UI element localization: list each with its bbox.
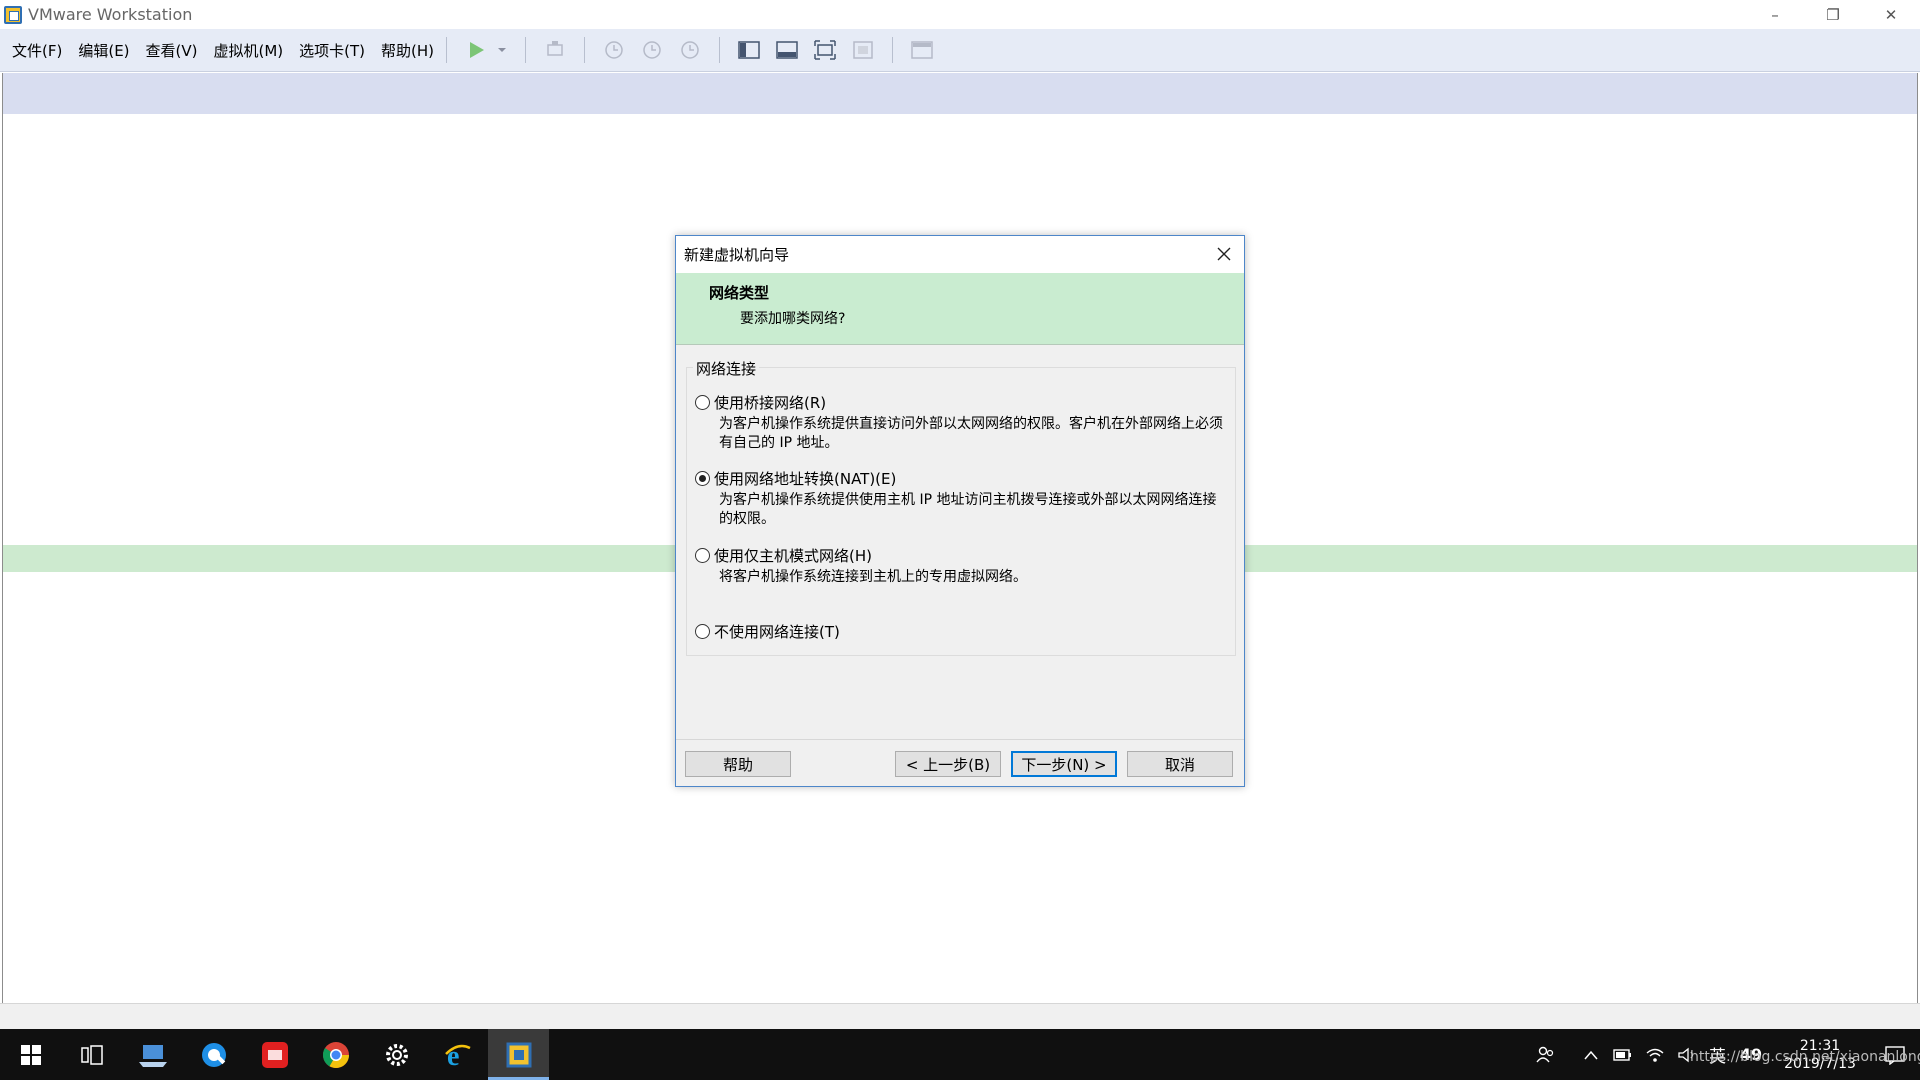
radio-host-only[interactable]	[695, 548, 710, 563]
dialog-header: 网络类型 要添加哪类网络?	[676, 273, 1244, 345]
toolbar-separator	[446, 37, 448, 63]
dialog-header-subtitle: 要添加哪类网络?	[740, 311, 846, 327]
taskbar-app-browser[interactable]	[183, 1029, 244, 1080]
new-vm-wizard-dialog: 新建虚拟机向导 网络类型 要添加哪类网络? 网络连接 使用桥接网络(R) 为客户…	[675, 235, 1245, 787]
battery-icon[interactable]	[1607, 1029, 1639, 1080]
toolbar-separator	[525, 37, 527, 63]
menu-edit[interactable]: 编辑(E)	[78, 40, 129, 61]
send-keys-icon[interactable]	[542, 37, 568, 63]
option-description: 为客户机操作系统提供直接访问外部以太网网络的权限。客户机在外部网络上必须有自己的…	[719, 416, 1223, 451]
laptop-icon	[138, 1044, 167, 1067]
option-label[interactable]: 使用桥接网络(R)	[714, 392, 826, 413]
taskbar-app-laptop[interactable]	[122, 1029, 183, 1080]
taskbar-app-settings[interactable]	[366, 1029, 427, 1080]
thumbnail-icon[interactable]	[774, 37, 800, 63]
taskbar: e 英 49 21:31 2019/7/13	[0, 1029, 1920, 1080]
menu-bar: 文件(F) 编辑(E) 查看(V) 虚拟机(M) 选项卡(T) 帮助(H)	[0, 29, 1920, 72]
title-bar: VMware Workstation – ❐ ✕	[0, 0, 1920, 29]
toolbar-separator	[719, 37, 721, 63]
back-button[interactable]: < 上一步(B)	[895, 751, 1001, 777]
option-host-only: 使用仅主机模式网络(H) 将客户机操作系统连接到主机上的专用虚拟网络。	[695, 545, 1229, 587]
play-icon[interactable]	[463, 37, 489, 63]
internet-explorer-icon: e	[444, 1041, 471, 1070]
restore-button[interactable]: ❐	[1804, 0, 1862, 29]
wifi-icon[interactable]	[1639, 1029, 1671, 1080]
minimize-button[interactable]: –	[1746, 0, 1804, 29]
dialog-title: 新建虚拟机向导	[684, 246, 790, 264]
help-button[interactable]: 帮助	[685, 751, 791, 777]
snapshot-icon[interactable]	[601, 37, 627, 63]
option-description: 将客户机操作系统连接到主机上的专用虚拟网络。	[719, 569, 1027, 585]
option-nat: 使用网络地址转换(NAT)(E) 为客户机操作系统提供使用主机 IP 地址访问主…	[695, 468, 1229, 529]
menu-vm[interactable]: 虚拟机(M)	[214, 40, 284, 61]
gear-icon	[385, 1043, 408, 1066]
group-label: 网络连接	[693, 358, 760, 379]
snapshot-manager-icon[interactable]	[677, 37, 703, 63]
dialog-close-icon[interactable]	[1212, 242, 1236, 266]
task-view-button[interactable]	[61, 1029, 122, 1080]
vmware-icon	[506, 1042, 531, 1067]
radio-nat[interactable]	[695, 471, 710, 486]
menu-view[interactable]: 查看(V)	[146, 40, 198, 61]
browser-q-icon	[201, 1042, 226, 1067]
option-no-network: 不使用网络连接(T)	[695, 621, 840, 642]
option-description: 为客户机操作系统提供使用主机 IP 地址访问主机拨号连接或外部以太网网络连接的权…	[719, 492, 1217, 527]
radio-no-network[interactable]	[695, 624, 710, 639]
option-label[interactable]: 使用网络地址转换(NAT)(E)	[714, 468, 896, 489]
workspace-tab-strip	[3, 73, 1917, 114]
console-icon[interactable]	[909, 37, 935, 63]
revert-snapshot-icon[interactable]	[639, 37, 665, 63]
youdao-icon	[261, 1041, 288, 1068]
taskbar-app-youdao[interactable]	[244, 1029, 305, 1080]
library-icon[interactable]	[736, 37, 762, 63]
option-label[interactable]: 不使用网络连接(T)	[714, 621, 840, 642]
menu-tabs[interactable]: 选项卡(T)	[299, 40, 365, 61]
window-controls: – ❐ ✕	[1746, 0, 1920, 29]
menu-file[interactable]: 文件(F)	[12, 40, 62, 61]
close-button[interactable]: ✕	[1862, 0, 1920, 29]
taskbar-app-vmware[interactable]	[488, 1029, 549, 1080]
cancel-button[interactable]: 取消	[1127, 751, 1233, 777]
radio-bridged[interactable]	[695, 395, 710, 410]
window-title: VMware Workstation	[28, 5, 193, 24]
dialog-title-bar: 新建虚拟机向导	[676, 236, 1244, 273]
unity-icon[interactable]	[850, 37, 876, 63]
dropdown-icon[interactable]	[495, 37, 509, 63]
task-view-icon	[80, 1044, 103, 1065]
option-label[interactable]: 使用仅主机模式网络(H)	[714, 545, 872, 566]
toolbar-separator	[892, 37, 894, 63]
option-bridged: 使用桥接网络(R) 为客户机操作系统提供直接访问外部以太网网络的权限。客户机在外…	[695, 392, 1229, 453]
fullscreen-icon[interactable]	[812, 37, 838, 63]
dialog-header-title: 网络类型	[709, 284, 770, 302]
menu-help[interactable]: 帮助(H)	[381, 40, 434, 61]
toolbar-separator	[584, 37, 586, 63]
status-bar	[0, 1003, 1920, 1029]
vmware-app-icon	[4, 5, 22, 24]
network-connection-group: 网络连接 使用桥接网络(R) 为客户机操作系统提供直接访问外部以太网网络的权限。…	[686, 358, 1236, 656]
dialog-footer-divider	[676, 739, 1244, 740]
next-button[interactable]: 下一步(N) >	[1011, 751, 1117, 777]
chrome-icon	[322, 1041, 349, 1068]
start-button[interactable]	[0, 1029, 61, 1080]
people-icon[interactable]	[1529, 1029, 1561, 1080]
watermark-text: https://blog.csdn.net/xiaonanlongjiong	[1690, 1049, 1920, 1065]
windows-icon	[20, 1044, 41, 1065]
chevron-up-icon[interactable]	[1575, 1029, 1607, 1080]
taskbar-app-ie[interactable]: e	[427, 1029, 488, 1080]
taskbar-app-chrome[interactable]	[305, 1029, 366, 1080]
